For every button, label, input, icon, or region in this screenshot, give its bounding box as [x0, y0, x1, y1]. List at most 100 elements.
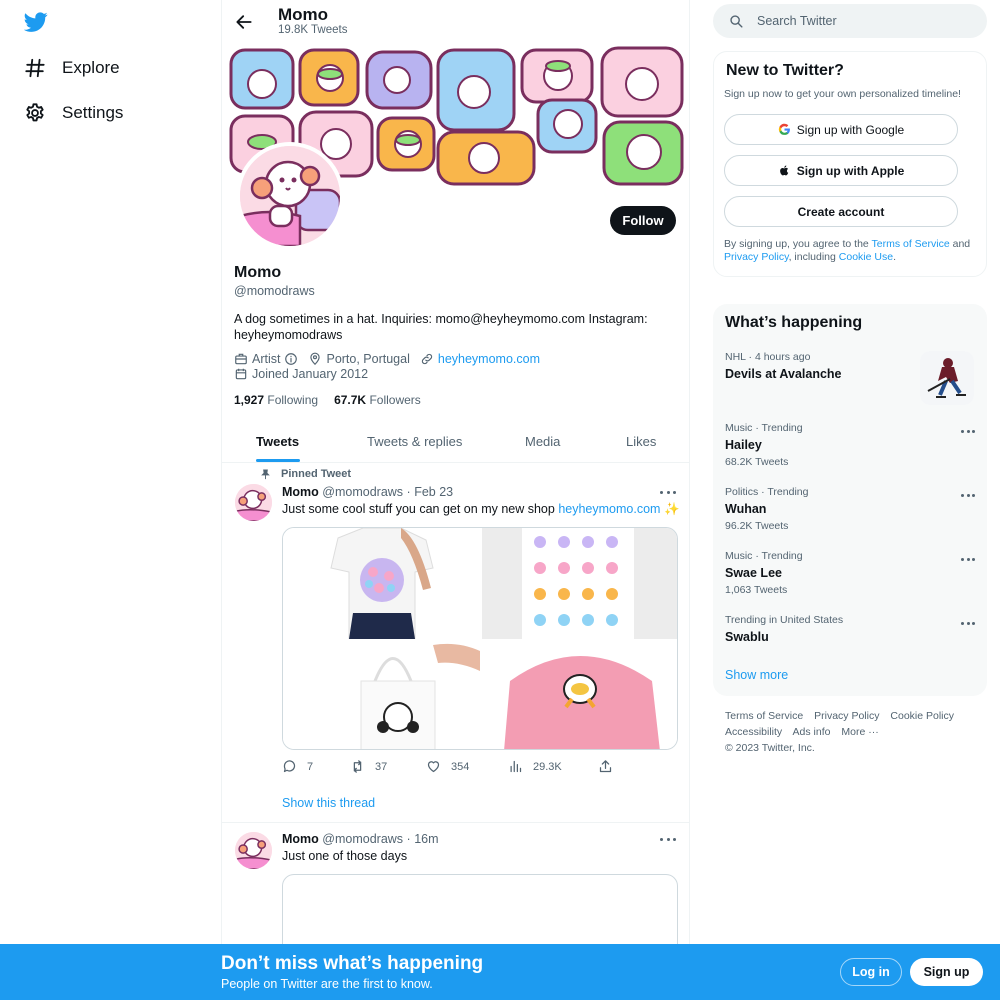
- tweet-avatar[interactable]: [235, 832, 272, 869]
- footer-privacy-link[interactable]: Privacy Policy: [814, 710, 879, 722]
- profile-website[interactable]: heyheymomo.com: [420, 352, 540, 366]
- like-button[interactable]: 354: [426, 759, 469, 774]
- header-tweet-count: 19.8K Tweets: [278, 24, 348, 36]
- tweet-author-name[interactable]: Momo: [282, 485, 319, 499]
- trend-item[interactable]: Music · Trending Swae Lee 1,063 Tweets: [725, 550, 975, 596]
- copyright: © 2023 Twitter, Inc.: [725, 742, 815, 754]
- trend-name: Hailey: [725, 438, 762, 452]
- more-options-icon[interactable]: [660, 831, 676, 847]
- sparkles-icon: ✨: [663, 502, 680, 516]
- profile-meta-row: Artist Porto, Portugal heyheymomo.com: [234, 352, 550, 366]
- calendar-icon: [235, 368, 247, 380]
- show-more-link[interactable]: Show more: [725, 668, 788, 682]
- trend-more-icon[interactable]: [961, 424, 975, 438]
- media-cap-image[interactable]: [482, 641, 677, 749]
- footer-accessibility-link[interactable]: Accessibility: [725, 726, 782, 738]
- following-label: Following: [267, 393, 319, 407]
- twitter-logo-icon[interactable]: [24, 10, 48, 34]
- footer-more-link[interactable]: More ···: [841, 726, 878, 738]
- legal-text: By signing up, you agree to the: [724, 238, 869, 250]
- profile-joined-label: Joined January 2012: [252, 367, 369, 381]
- media-poster-image[interactable]: [482, 528, 677, 639]
- trend-item[interactable]: Politics · Trending Wuhan 96.2K Tweets: [725, 486, 975, 532]
- tweet-author-handle[interactable]: @momodraws: [322, 485, 403, 499]
- briefcase-icon: [235, 353, 247, 365]
- profile-tabs: Tweets Tweets & replies Media Likes: [222, 420, 689, 463]
- trend-more-icon[interactable]: [961, 616, 975, 630]
- followers-link[interactable]: 67.7K Followers: [334, 393, 421, 407]
- tweet-author-name[interactable]: Momo: [282, 832, 319, 846]
- retweet-button[interactable]: 37: [350, 759, 387, 774]
- following-link[interactable]: 1,927 Following: [234, 393, 318, 407]
- share-button[interactable]: [598, 759, 613, 774]
- signup-legal-text: By signing up, you agree to the Terms of…: [724, 238, 978, 264]
- location-pin-icon: [310, 352, 321, 366]
- create-account-button[interactable]: Create account: [724, 196, 958, 227]
- trend-category: Trending in United States: [725, 614, 844, 626]
- header-profile-name: Momo: [278, 5, 329, 24]
- followers-count: 67.7K: [334, 393, 367, 407]
- signup-google-button[interactable]: Sign up with Google: [724, 114, 958, 145]
- tab-tweets-replies[interactable]: Tweets & replies: [367, 434, 462, 449]
- gear-icon: [26, 103, 44, 122]
- show-thread-link[interactable]: Show this thread: [282, 796, 375, 810]
- trend-more-icon[interactable]: [961, 488, 975, 502]
- back-arrow-icon[interactable]: [234, 12, 254, 32]
- nav-item-explore[interactable]: Explore: [24, 57, 120, 79]
- media-tshirt-image[interactable]: [283, 528, 480, 639]
- tweet-avatar-illustration: [235, 832, 272, 869]
- cap-illustration: [504, 656, 660, 749]
- legal-including: , including: [788, 251, 836, 263]
- tweet-author-handle[interactable]: @momodraws: [322, 832, 403, 846]
- tweet-text: Just one of those days: [282, 849, 408, 863]
- profile-bio: A dog sometimes in a hat. Inquiries: mom…: [234, 312, 648, 342]
- footer-terms-link[interactable]: Terms of Service: [725, 710, 803, 722]
- tab-media[interactable]: Media: [525, 434, 560, 449]
- trend-more-icon[interactable]: [961, 552, 975, 566]
- tweet-link[interactable]: heyheymomo.com: [558, 502, 660, 516]
- like-count: 354: [451, 760, 470, 773]
- footer-ads-link[interactable]: Ads info: [793, 726, 831, 738]
- signup-button[interactable]: Sign up: [910, 958, 983, 986]
- tweet-text: Just some cool stuff you can get on my n…: [282, 502, 680, 517]
- tweet-timestamp[interactable]: 16m: [414, 832, 438, 846]
- more-options-icon[interactable]: [660, 484, 676, 500]
- reply-button[interactable]: 7: [282, 759, 313, 774]
- login-button[interactable]: Log in: [840, 958, 902, 986]
- signup-subtitle: Sign up now to get your own personalized…: [724, 88, 961, 100]
- follow-button[interactable]: Follow: [610, 206, 676, 235]
- trends-title: What’s happening: [725, 314, 863, 331]
- views-button[interactable]: 29.3K: [508, 759, 562, 774]
- nav-item-settings[interactable]: Settings: [24, 102, 123, 124]
- search-input[interactable]: [757, 4, 977, 38]
- tweet-media[interactable]: [282, 874, 678, 944]
- banner-subtitle: People on Twitter are the first to know.: [221, 977, 433, 991]
- trend-thumbnail[interactable]: [920, 351, 974, 405]
- info-icon[interactable]: [284, 352, 298, 366]
- footer-cookie-link[interactable]: Cookie Policy: [890, 710, 954, 722]
- trend-item[interactable]: Music · Trending Hailey 68.2K Tweets: [725, 422, 975, 468]
- active-tab-indicator: [256, 459, 300, 462]
- media-tote-image[interactable]: [283, 641, 480, 749]
- privacy-link[interactable]: Privacy Policy: [724, 251, 789, 263]
- signup-apple-button[interactable]: Sign up with Apple: [724, 155, 958, 186]
- tweet-timestamp[interactable]: Feb 23: [414, 485, 453, 499]
- trend-item[interactable]: Trending in United States Swablu: [725, 614, 975, 644]
- tab-likes[interactable]: Likes: [626, 434, 656, 449]
- reply-icon: [283, 760, 296, 773]
- tweet-media-grid[interactable]: [282, 527, 678, 750]
- search-icon: [730, 15, 743, 28]
- cookie-link[interactable]: Cookie Use: [839, 251, 893, 263]
- retweet-icon: [353, 760, 362, 773]
- footer-links: Terms of Service Privacy Policy Cookie P…: [725, 708, 985, 756]
- signup-google-label: Sign up with Google: [796, 122, 905, 137]
- profile-website-link[interactable]: heyheymomo.com: [438, 352, 540, 366]
- hockey-player-image: [920, 351, 974, 405]
- terms-link[interactable]: Terms of Service: [872, 238, 950, 250]
- tweet-avatar[interactable]: [235, 484, 272, 521]
- tab-tweets[interactable]: Tweets: [256, 434, 299, 449]
- profile-handle: @momodraws: [234, 284, 315, 298]
- tweet-header: Momo @momodraws · 16m: [282, 832, 439, 846]
- retweet-count: 37: [375, 760, 388, 773]
- profile-avatar[interactable]: [236, 142, 344, 250]
